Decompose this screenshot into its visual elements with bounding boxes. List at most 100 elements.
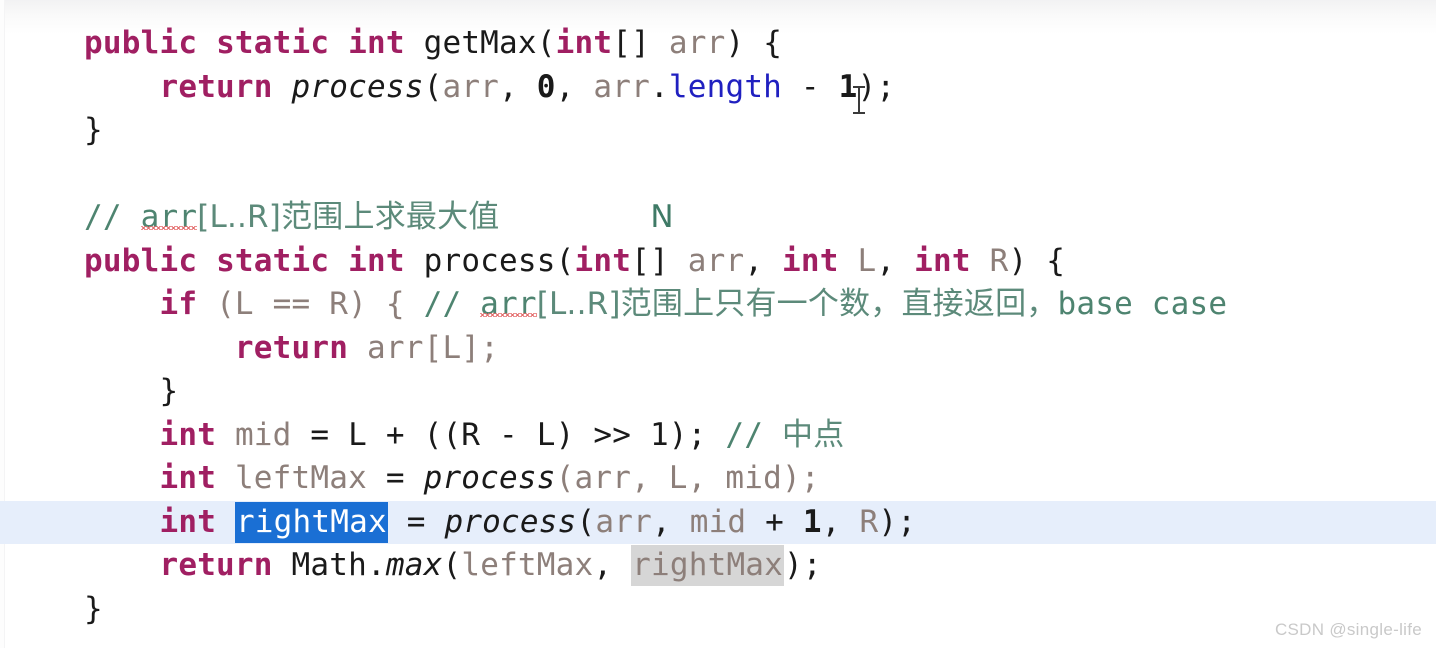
- array-brackets: []: [631, 242, 669, 279]
- comment-prefix: //: [423, 286, 481, 322]
- brace-open: {: [1046, 242, 1066, 279]
- method-call-max: max: [385, 547, 443, 583]
- dot: .: [367, 547, 386, 583]
- code-line-2[interactable]: return process(arr, 0, arr.length - 1);: [0, 66, 1436, 110]
- comma: ,: [876, 242, 915, 279]
- keyword-int: int: [159, 503, 217, 540]
- code-line-10[interactable]: int mid = L + ((R - L) >> 1); // 中点: [0, 414, 1436, 458]
- code-line-1[interactable]: public static int getMax(int[] arr) {: [0, 22, 1436, 66]
- parameter-arr: arr: [687, 242, 745, 279]
- brace-close: }: [84, 112, 103, 148]
- comma: ,: [821, 503, 860, 540]
- paren-open: (: [555, 242, 575, 279]
- code-line-12-current[interactable]: int rightMax = process(arr, mid + 1, R);: [0, 500, 1436, 544]
- code-line-14[interactable]: }: [0, 588, 1436, 632]
- brace-close: }: [84, 590, 103, 627]
- paren-open: (: [576, 503, 596, 540]
- keyword-public: public: [84, 242, 198, 279]
- code-line-8[interactable]: return arr[L];: [0, 327, 1436, 371]
- parameter-r: R: [989, 242, 1009, 279]
- plus-operator: +: [746, 503, 803, 540]
- occurrence-highlight-rightmax[interactable]: rightMax: [631, 545, 785, 586]
- method-name-getmax: getMax: [423, 25, 537, 61]
- keyword-return: return: [159, 68, 273, 105]
- equals: =: [387, 503, 445, 540]
- paren-open: (: [536, 25, 556, 61]
- keyword-static: static: [216, 25, 330, 61]
- mid-expression: = L + ((R - L) >> 1);: [291, 416, 726, 453]
- keyword-int: int: [159, 460, 217, 496]
- equals: =: [366, 460, 424, 496]
- brace-open: {: [763, 25, 783, 61]
- parameter-arr: arr: [668, 25, 726, 61]
- code-content[interactable]: public static int getMax(int[] arr) { re…: [0, 22, 1436, 631]
- call-arguments: (arr, L, mid);: [555, 460, 820, 496]
- type-int: int: [555, 25, 613, 61]
- code-line-11[interactable]: int leftMax = process(arr, L, mid);: [0, 457, 1436, 501]
- literal-one: 1: [802, 503, 822, 540]
- return-expression: arr[L];: [366, 329, 500, 366]
- code-line-9[interactable]: }: [0, 370, 1436, 414]
- complexity-annotation-n: N: [650, 199, 674, 235]
- brace-close: }: [159, 373, 179, 409]
- code-line-6[interactable]: public static int process(int[] arr, int…: [0, 240, 1436, 284]
- comma: ,: [555, 68, 594, 105]
- statement-tail: );: [857, 68, 896, 105]
- argument-arr: arr: [442, 68, 500, 105]
- keyword-return: return: [234, 329, 349, 366]
- method-call-process: process: [444, 503, 577, 540]
- field-length: length: [668, 68, 783, 105]
- paren-close: ): [725, 25, 745, 61]
- code-line-3[interactable]: }: [0, 109, 1436, 153]
- argument-arr: arr: [595, 503, 652, 540]
- argument-arr-2: arr: [593, 68, 650, 105]
- statement-tail: );: [784, 547, 822, 583]
- code-line-4-blank[interactable]: [0, 153, 1436, 197]
- paren-close: ): [1008, 242, 1028, 279]
- selected-token-rightmax[interactable]: rightMax: [234, 501, 388, 543]
- comment-text-midpoint: 中点: [782, 416, 845, 453]
- comment-text-chinese: [L..R]范围上求最大值: [197, 199, 500, 235]
- type-int-2: int: [782, 242, 839, 279]
- keyword-return: return: [159, 547, 273, 583]
- comment-prefix: //: [725, 416, 782, 453]
- argument-leftmax: leftMax: [461, 547, 594, 583]
- code-line-5[interactable]: // arr[L..R]范围上求最大值 N: [0, 196, 1436, 240]
- paren-open: (: [442, 547, 462, 583]
- comment-word-arr-misspelled: arr: [480, 286, 537, 322]
- comment-base-case: base case: [1057, 286, 1228, 322]
- comment-prefix: //: [84, 199, 141, 235]
- code-line-13[interactable]: return Math.max(leftMax, rightMax);: [0, 544, 1436, 588]
- comma: ,: [593, 547, 632, 583]
- comma: ,: [651, 503, 690, 540]
- code-line-7[interactable]: if (L == R) { // arr[L..R]范围上只有一个数，直接返回，…: [0, 283, 1436, 327]
- minus-operator: -: [782, 68, 839, 105]
- variable-leftmax: leftMax: [234, 460, 367, 496]
- statement-tail: );: [878, 503, 917, 540]
- code-editor-viewport[interactable]: public static int getMax(int[] arr) { re…: [0, 0, 1436, 648]
- type-int-3: int: [914, 242, 971, 279]
- csdn-watermark: CSDN @single-life: [1274, 620, 1422, 639]
- argument-mid: mid: [689, 503, 747, 540]
